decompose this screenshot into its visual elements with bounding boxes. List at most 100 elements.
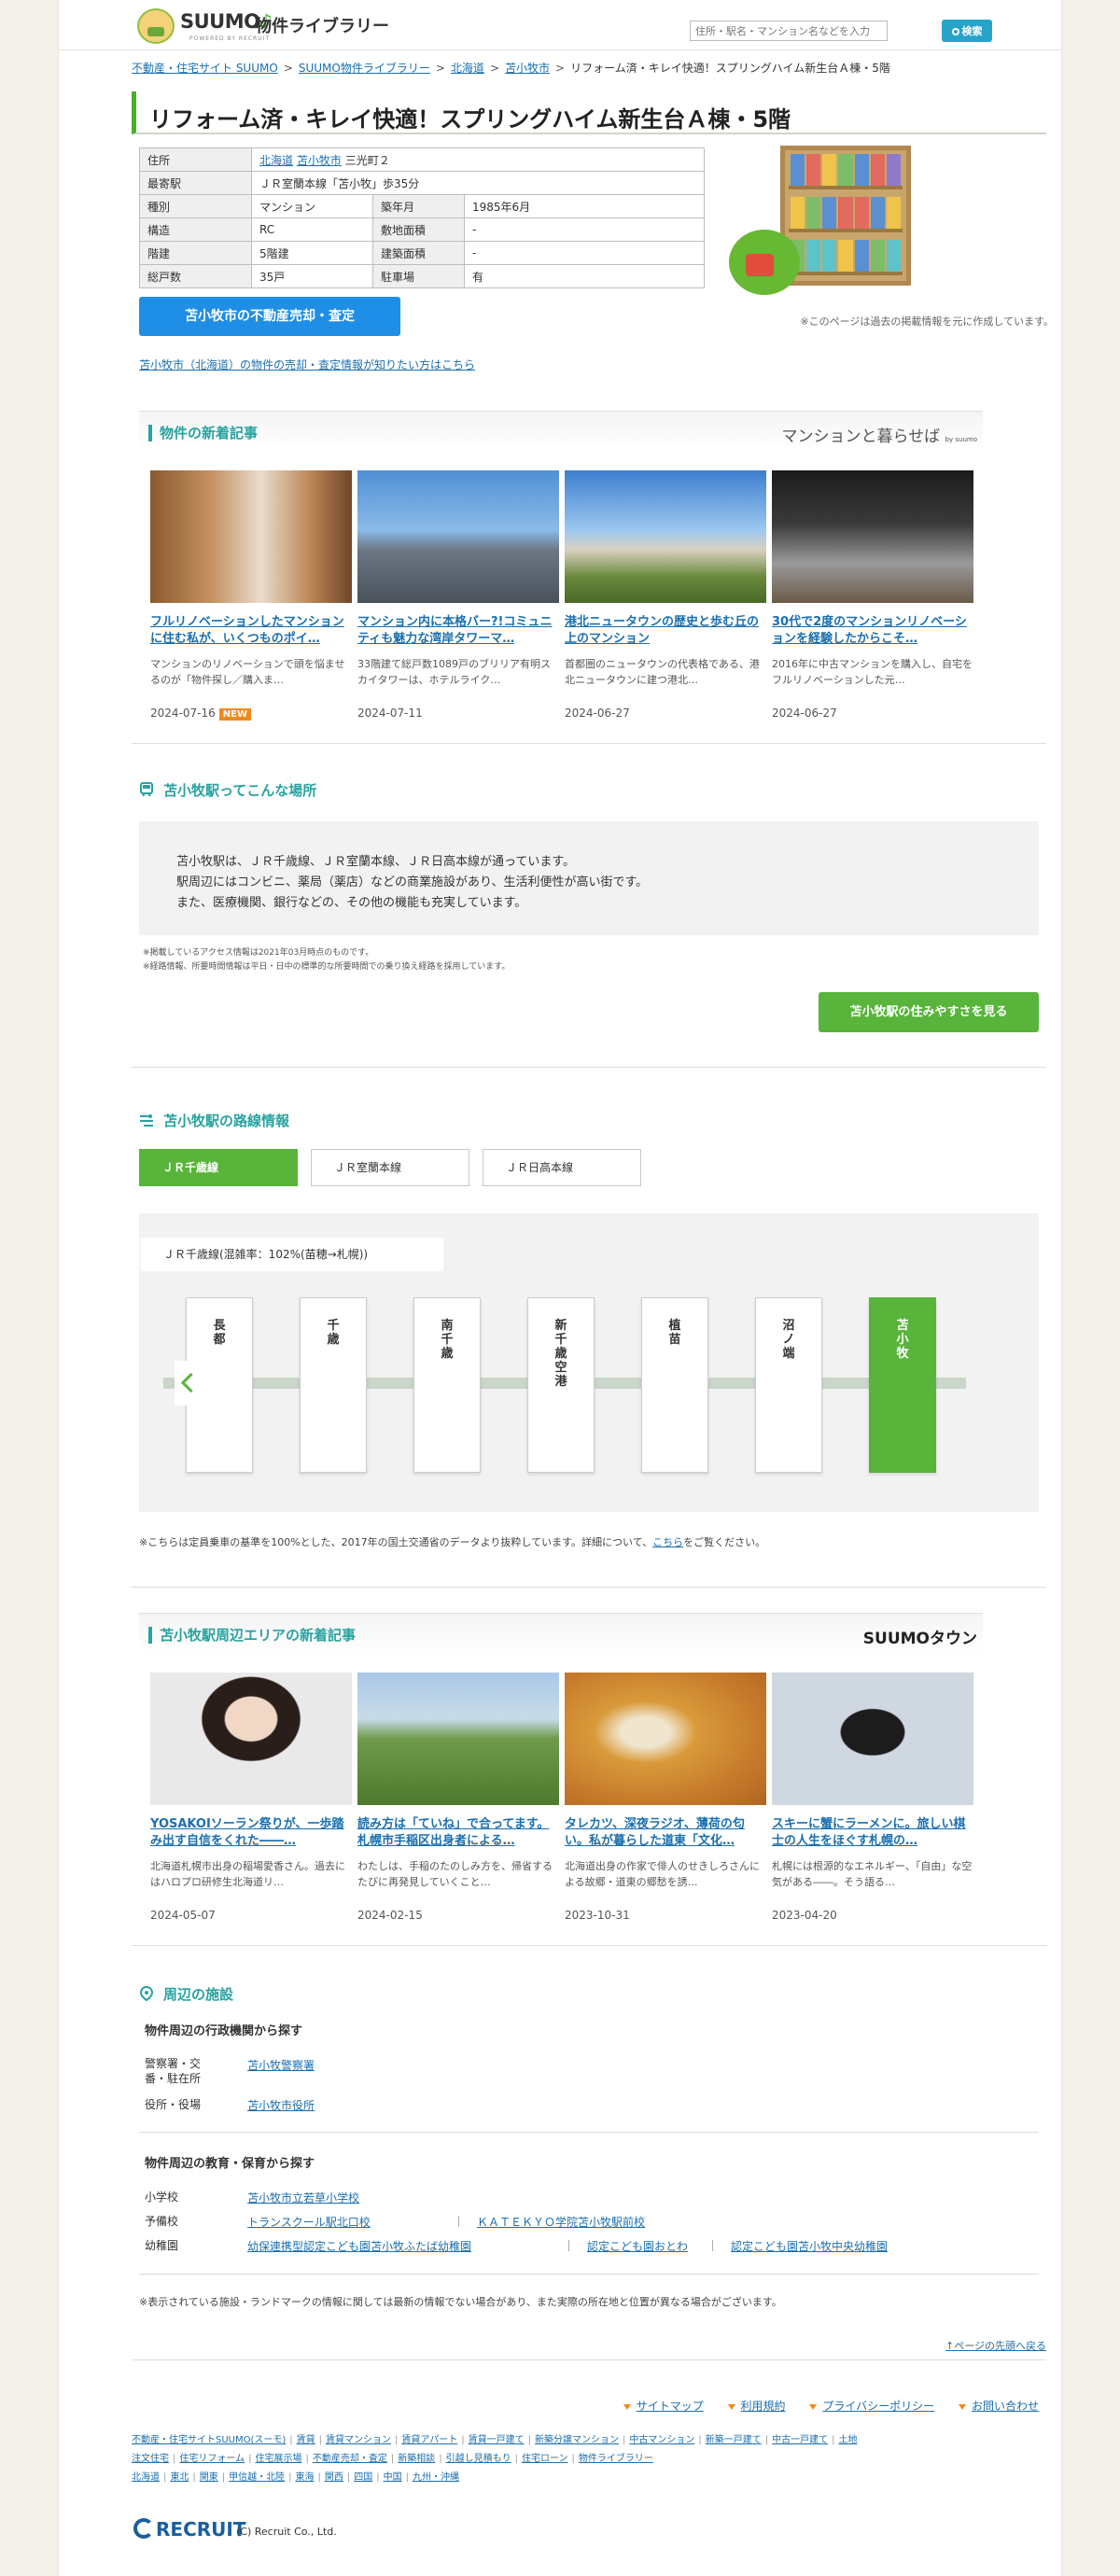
article-image[interactable] [565, 470, 766, 603]
article-title[interactable]: スキーに蟹にラーメンに。旅しい棋士の人生をほぐす札幌の… [772, 1816, 973, 1852]
station-numanohata[interactable]: 沼ノ端 [755, 1297, 822, 1473]
suumo-mascot-logo-icon[interactable] [137, 8, 175, 44]
privacy-link[interactable]: プライバシーポリシー [809, 2400, 934, 2413]
tab-hidaka-line[interactable]: ＪＲ日高本線 [483, 1149, 641, 1186]
contact-link[interactable]: お問い合わせ [958, 2400, 1039, 2413]
station-minami-chitose[interactable]: 南千歳 [413, 1297, 481, 1473]
breadcrumb-link-hokkaido[interactable]: 北海道 [451, 62, 484, 75]
new-articles-header: 物件の新着記事 マンションと暮らせば by suumo [139, 411, 983, 452]
footer-link[interactable]: 東北 [170, 2472, 189, 2483]
article-card[interactable]: 港北ニュータウンの歴史と歩む丘の上のマンション 首都圏のニュータウンの代表格であ… [565, 470, 766, 720]
search-input[interactable] [690, 21, 888, 41]
article-image[interactable] [772, 470, 973, 603]
article-title[interactable]: 港北ニュータウンの歴史と歩む丘の上のマンション [565, 614, 766, 650]
footer-link[interactable]: 土地 [838, 2435, 857, 2445]
sell-info-link[interactable]: 苫小牧市（北海道）の物件の売却・査定情報が知りたい方はこちら [139, 357, 475, 372]
article-image[interactable] [150, 1673, 352, 1805]
article-title[interactable]: 読み方は「ていね」で合ってます。札幌市手稲区出身者による… [357, 1816, 559, 1852]
elementary-link[interactable]: 苫小牧市立若草小学校 [247, 2190, 359, 2205]
kindergarten-link[interactable]: 認定こども園苫小牧中央幼稚園 [731, 2238, 888, 2254]
footer-link[interactable]: 物件ライブラリー [579, 2454, 653, 2464]
article-image[interactable] [357, 1673, 559, 1805]
article-card[interactable]: フルリノベーションしたマンションに住む私が、いくつものポイ… マンションのリノベ… [150, 470, 352, 721]
search-button[interactable]: 検索 [942, 20, 992, 42]
article-title[interactable]: 30代で2度のマンションリノベーションを経験したからこそ… [772, 614, 973, 650]
row-value: - [464, 241, 705, 265]
address-link-pref[interactable]: 北海道 [259, 154, 293, 167]
station-new-chitose-airport[interactable]: 新千歳空港 [527, 1297, 595, 1473]
footer-link[interactable]: 関東 [200, 2472, 218, 2483]
footer-link[interactable]: 東海 [296, 2472, 315, 2483]
breadcrumb-link-library[interactable]: SUUMO物件ライブラリー [299, 62, 430, 75]
kindergarten-link[interactable]: 認定こども園おとわ [587, 2238, 688, 2254]
footer-link[interactable]: 四国 [354, 2472, 372, 2483]
article-title[interactable]: フルリノベーションしたマンションに住む私が、いくつものポイ… [150, 614, 352, 650]
tab-muroran-line[interactable]: ＪＲ室蘭本線 [311, 1149, 469, 1186]
article-image[interactable] [150, 470, 352, 603]
footer-link[interactable]: 住宅リフォーム [179, 2454, 245, 2464]
breadcrumb-link-tomakomai[interactable]: 苫小牧市 [505, 62, 550, 75]
powered-by: POWERED BY RECRUIT [189, 35, 271, 42]
article-image[interactable] [565, 1673, 766, 1805]
station-uenae[interactable]: 植苗 [641, 1297, 708, 1473]
article-title[interactable]: YOSAKOIソーラン祭りが、一歩踏み出す自信をくれた――… [150, 1816, 352, 1852]
article-card[interactable]: マンション内に本格バー?!コミュニティも魅力な湾岸タワーマ… 33階建て総戸数1… [357, 470, 559, 720]
footer-link[interactable]: 不動産売却・査定 [313, 2454, 387, 2464]
table-row: 総戸数 35戸 駐車場 有 [139, 264, 705, 288]
mansion-kurasu-logo[interactable]: マンションと暮らせば by suumo [781, 423, 977, 446]
footer-link[interactable]: 住宅展示場 [255, 2454, 301, 2464]
footer-link[interactable]: 新築分譲マンション [535, 2435, 619, 2445]
kindergarten-link[interactable]: 幼保連携型認定こども園苫小牧ふたば幼稚園 [247, 2238, 471, 2254]
footer-link[interactable]: 中古一戸建て [772, 2435, 828, 2445]
tab-chitose-line[interactable]: ＪＲ千歳線 [139, 1149, 298, 1186]
footer-link[interactable]: 九州・沖縄 [413, 2472, 459, 2483]
footer-link[interactable]: 賃貸マンション [326, 2435, 391, 2445]
recruit-logo[interactable]: RECRUIT [133, 2518, 245, 2541]
footer-link[interactable]: 新築相談 [398, 2454, 435, 2464]
article-card[interactable]: タレカツ、深夜ラジオ、薄荷の匂い。私が暮らした道東「文化… 北海道出身の作家で俳… [565, 1673, 766, 1922]
footer-link[interactable]: 新築一戸建て [706, 2435, 762, 2445]
footer-link[interactable]: 引越し見積もり [446, 2454, 511, 2464]
prep-link[interactable]: ＫＡＴＥＫＹＯ学院苫小牧駅前校 [477, 2214, 645, 2230]
article-card[interactable]: スキーに蟹にラーメンに。旅しい棋士の人生をほぐす札幌の… 札幌には根源的なエネル… [772, 1673, 973, 1922]
article-title[interactable]: マンション内に本格バー?!コミュニティも魅力な湾岸タワーマ… [357, 614, 559, 650]
note-line: ※掲載しているアクセス情報は2021年03月時点のものです。 [143, 948, 374, 958]
livability-button[interactable]: 苫小牧駅の住みやすさを見る [819, 992, 1039, 1032]
station-chitose[interactable]: 千歳 [300, 1297, 367, 1473]
sitemap-link[interactable]: サイトマップ [623, 2400, 704, 2413]
details-link[interactable]: こちら [652, 1536, 683, 1548]
footer-link[interactable]: 不動産・住宅サイトSUUMO(スーモ) [132, 2435, 286, 2445]
article-card[interactable]: 読み方は「ていね」で合ってます。札幌市手稲区出身者による… わたしは、手稲のたの… [357, 1673, 559, 1922]
address-link-city[interactable]: 苫小牧市 [297, 154, 342, 167]
terms-link[interactable]: 利用規約 [727, 2400, 786, 2413]
breadcrumb-link-suumo[interactable]: 不動産・住宅サイト SUUMO [132, 62, 278, 75]
sell-assessment-button[interactable]: 苫小牧市の不動産売却・査定 [139, 297, 400, 336]
police-link[interactable]: 苫小牧警察署 [247, 2057, 315, 2073]
article-image[interactable] [357, 470, 559, 603]
footer-link[interactable]: 中古マンション [629, 2435, 694, 2445]
footer-link[interactable]: 北海道 [132, 2472, 160, 2483]
footer-link[interactable]: 注文住宅 [132, 2454, 169, 2464]
row-label: 種別 [139, 194, 252, 218]
library-logo[interactable]: 物件ライブラリー [255, 13, 389, 37]
footer-link[interactable]: 中国 [384, 2472, 402, 2483]
office-link[interactable]: 苫小牧市役所 [247, 2097, 315, 2113]
prep-link[interactable]: トランスクール駅北口校 [247, 2214, 371, 2230]
footer-link[interactable]: 賃貸 [297, 2435, 315, 2445]
article-image[interactable] [772, 1673, 973, 1805]
footer-link[interactable]: 関西 [325, 2472, 343, 2483]
station-tomakomai-current[interactable]: 苫小牧 [869, 1297, 936, 1473]
page-top-link[interactable]: ↑ページの先頭へ戻る [945, 2338, 1046, 2353]
footer-link[interactable]: 住宅ローン [522, 2454, 568, 2464]
footer-link[interactable]: 甲信越・北陸 [229, 2472, 285, 2483]
article-desc: 2016年に中古マンションを購入し、自宅をフルリノベーションした元… [772, 658, 973, 686]
table-row: 種別 マンション 築年月 1985年6月 [139, 194, 705, 218]
footer-link[interactable]: 賃貸アパート [401, 2435, 457, 2445]
article-card[interactable]: 30代で2度のマンションリノベーションを経験したからこそ… 2016年に中古マン… [772, 470, 973, 720]
footer-link[interactable]: 賃貸一戸建て [469, 2435, 525, 2445]
article-desc: マンションのリノベーションで頭を悩ませるのが「物件探し／購入ま… [150, 658, 345, 686]
station-desc-line: 苫小牧駅は、ＪＲ千歳線、ＪＲ室蘭本線、ＪＲ日高本線が通っています。 [176, 855, 576, 869]
article-title[interactable]: タレカツ、深夜ラジオ、薄荷の匂い。私が暮らした道東「文化… [565, 1816, 766, 1852]
article-card[interactable]: YOSAKOIソーラン祭りが、一歩踏み出す自信をくれた――… 北海道札幌市出身の… [150, 1673, 352, 1922]
suumo-town-logo[interactable]: SUUMOタウン [863, 1625, 977, 1648]
